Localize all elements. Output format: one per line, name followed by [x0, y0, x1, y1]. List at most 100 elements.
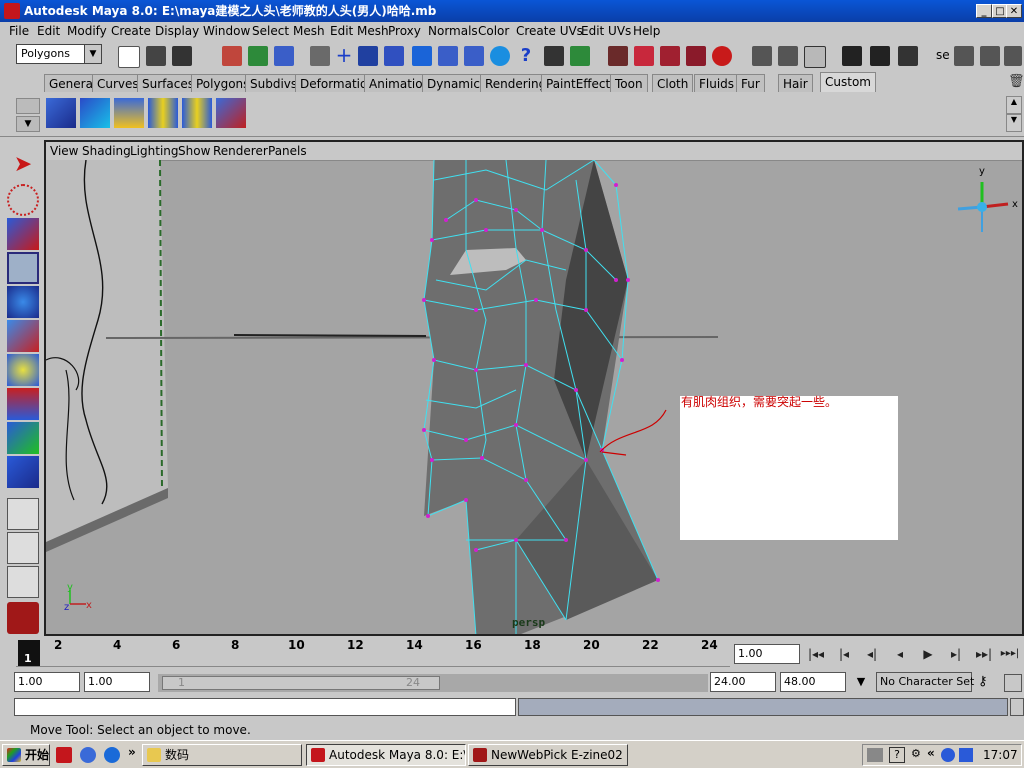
last-tool-icon[interactable] — [7, 456, 39, 488]
magnet-icon[interactable] — [712, 46, 732, 66]
shelf-tab-cloth[interactable]: Cloth — [652, 74, 694, 92]
quick-launch-media-icon[interactable] — [80, 747, 96, 763]
taskbar-item-folder[interactable]: 数码 — [142, 744, 302, 766]
joint-pick-icon[interactable] — [438, 46, 458, 66]
menu-edit[interactable]: Edit — [34, 24, 63, 38]
deform-pick-icon[interactable] — [412, 46, 432, 66]
shelf-poly-select-icon[interactable] — [46, 98, 76, 128]
plus-icon[interactable]: + — [334, 45, 354, 66]
playback-start-field[interactable]: 1.00 — [84, 672, 150, 692]
show-manipulator-icon[interactable] — [7, 422, 39, 454]
menu-set-dropdown[interactable]: Polygons ▼ — [16, 44, 102, 64]
shelf-tab-custom[interactable]: Custom — [820, 72, 876, 92]
menu-modify[interactable]: Modify — [64, 24, 110, 38]
shelf-tab-curves[interactable]: Curves — [92, 74, 144, 92]
menu-select[interactable]: Select — [249, 24, 292, 38]
shelf-scroll-up-icon[interactable]: ▲ — [1006, 96, 1022, 114]
maya-app-icon[interactable] — [4, 3, 20, 19]
shield-icon[interactable] — [941, 748, 955, 762]
render-pick-icon[interactable] — [490, 46, 510, 66]
minimize-button[interactable]: _ — [976, 4, 992, 18]
shelf-tab-fur[interactable]: Fur — [736, 74, 765, 92]
network-icon[interactable] — [959, 748, 973, 762]
render-globals-icon[interactable] — [898, 46, 918, 66]
paint-select-tool-icon[interactable] — [7, 218, 39, 250]
play-forwards-button[interactable]: ▶ — [916, 643, 940, 665]
ipr-render-icon[interactable] — [870, 46, 890, 66]
view-axis-indicator[interactable]: y x — [957, 166, 1018, 232]
light-pick-icon[interactable] — [464, 46, 484, 66]
go-to-end-button[interactable]: ▸▸▸| — [998, 643, 1022, 665]
range-slider-handle[interactable] — [162, 676, 440, 690]
render-view-icon[interactable] — [842, 46, 862, 66]
scale-tool-icon[interactable] — [7, 320, 39, 352]
step-forward-key-button[interactable]: ▸▸| — [972, 643, 996, 665]
select-tool-icon[interactable]: ➤ — [7, 150, 39, 182]
move-tool-icon[interactable] — [7, 252, 39, 284]
select-by-component-icon[interactable] — [274, 46, 294, 66]
shelf-options-icon[interactable] — [16, 98, 40, 114]
snap-grid-icon[interactable] — [570, 46, 590, 66]
select-by-object-icon[interactable] — [248, 46, 268, 66]
panel-menu-panels[interactable]: Panels — [268, 144, 307, 158]
shelf-tab-hair[interactable]: Hair — [778, 74, 813, 92]
select-by-hierarchy-icon[interactable] — [222, 46, 242, 66]
panel-menu-show[interactable]: Show — [178, 144, 210, 158]
snap-view-icon[interactable] — [660, 46, 680, 66]
close-button[interactable]: ✕ — [1006, 4, 1022, 18]
shelf-tab-subdivs[interactable]: Subdivs — [245, 74, 303, 92]
shelf-scroll-down-icon[interactable]: ▼ — [1006, 114, 1022, 132]
shelf-tab-fluids[interactable]: Fluids — [694, 74, 740, 92]
menu-color[interactable]: Color — [475, 24, 512, 38]
playback-end-field[interactable]: 24.00 — [710, 672, 776, 692]
menu-mesh[interactable]: Mesh — [290, 24, 328, 38]
maya-logo-icon[interactable] — [7, 602, 39, 634]
step-back-frame-button[interactable]: ◂| — [860, 643, 884, 665]
menu-normals[interactable]: Normals — [425, 24, 481, 38]
animation-prefs-icon[interactable] — [1004, 674, 1022, 692]
panel-menu-view[interactable]: View — [50, 144, 78, 158]
snap-live-icon[interactable] — [686, 46, 706, 66]
help-tray-icon[interactable]: ? — [889, 747, 905, 763]
quick-launch-more-icon[interactable]: » — [128, 745, 136, 759]
step-forward-frame-button[interactable]: ▸| — [944, 643, 968, 665]
menu-create[interactable]: Create — [108, 24, 154, 38]
viewport-scene[interactable]: 有肌肉组织，需要突起一些。 y x y z x persp — [46, 160, 1022, 636]
shelf-extrude-icon[interactable] — [114, 98, 144, 128]
character-set-field[interactable]: No Character Set — [876, 672, 974, 692]
shelf-tab-surfaces[interactable]: Surfaces — [137, 74, 199, 92]
quick-launch-maya-icon[interactable] — [56, 747, 72, 763]
perspective-viewport[interactable]: View Shading Lighting Show Renderer Pane… — [44, 140, 1024, 636]
question-icon[interactable]: ? — [516, 46, 536, 66]
quick-launch-ie-icon[interactable] — [104, 747, 120, 763]
attribute-editor-icon[interactable] — [980, 46, 1000, 66]
trash-icon[interactable]: 🗑 — [1008, 74, 1024, 90]
gear-icon[interactable]: ⚙ — [911, 747, 921, 760]
tool-settings-icon[interactable] — [1004, 46, 1022, 66]
shelf-split-icon[interactable] — [148, 98, 178, 128]
command-line-input[interactable] — [14, 698, 516, 716]
taskbar-item-ezine[interactable]: NewWebPick E-zine02 — [468, 744, 628, 766]
time-slider[interactable]: 1 2 4 6 8 10 12 14 16 18 20 22 24 — [16, 638, 730, 670]
mask-icon[interactable] — [310, 46, 330, 66]
menu-create-uvs[interactable]: Create UVs — [513, 24, 586, 38]
curve-pick-icon[interactable] — [358, 46, 378, 66]
menu-help[interactable]: Help — [630, 24, 663, 38]
rotate-tool-icon[interactable] — [7, 286, 39, 318]
start-time-field[interactable]: 1.00 — [14, 672, 80, 692]
key-icon[interactable]: ⚷ — [978, 674, 1002, 692]
play-backwards-button[interactable]: ◂ — [888, 643, 912, 665]
menu-edit-uvs[interactable]: Edit UVs — [578, 24, 634, 38]
start-button[interactable]: 开始 — [2, 744, 50, 766]
shelf-menu-chevron-icon[interactable]: ▼ — [16, 116, 40, 132]
channel-box-toggle-icon[interactable] — [954, 46, 974, 66]
menu-edit-mesh[interactable]: Edit Mesh — [327, 24, 392, 38]
lock-icon[interactable] — [544, 46, 564, 66]
lasso-tool-icon[interactable] — [7, 184, 39, 216]
soft-mod-tool-icon[interactable] — [7, 388, 39, 420]
snap-curve-icon[interactable] — [608, 46, 628, 66]
character-set-chevron-icon[interactable]: ▼ — [850, 672, 872, 692]
menu-file[interactable]: File — [6, 24, 32, 38]
shelf-merge-icon[interactable] — [216, 98, 246, 128]
shelf-poly-cube-icon[interactable] — [80, 98, 110, 128]
